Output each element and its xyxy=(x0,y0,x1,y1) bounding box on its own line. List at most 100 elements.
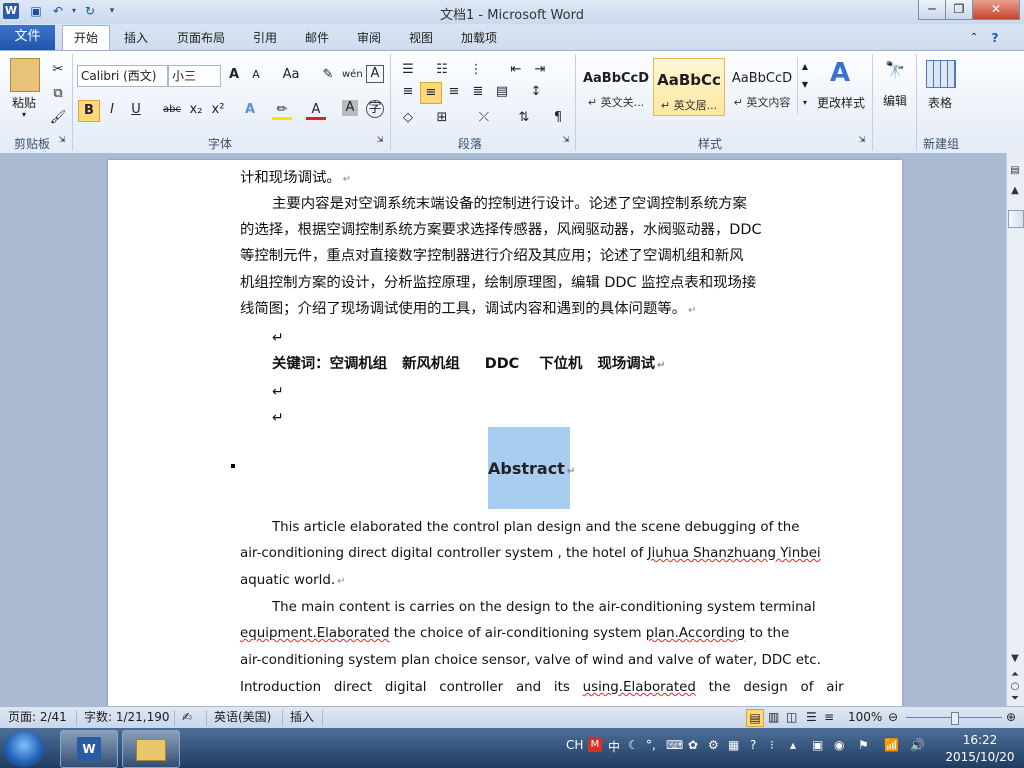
font-launcher-icon[interactable]: ⇲ xyxy=(374,134,386,146)
show-hidden-icons[interactable]: ▴ xyxy=(790,738,796,752)
tab-view[interactable]: 视图 xyxy=(402,26,440,50)
print-layout-icon[interactable]: ▤ xyxy=(746,709,764,727)
ime-logo-icon[interactable]: M xyxy=(588,738,602,752)
tab-home[interactable]: 开始 xyxy=(62,25,110,50)
tab-insert[interactable]: 插入 xyxy=(116,26,156,50)
table-button[interactable]: 表格 xyxy=(920,94,960,111)
phonetic-guide-icon[interactable]: ✎ xyxy=(318,65,338,85)
taskbar-explorer-button[interactable] xyxy=(122,730,180,768)
status-insert-mode[interactable]: 插入 xyxy=(290,707,314,728)
bullets-icon[interactable]: ☰ xyxy=(398,60,418,80)
network-icon[interactable]: 📶 xyxy=(884,738,899,752)
chinese-layout-icon[interactable]: ⤫ xyxy=(474,108,494,128)
style-tile-2[interactable]: AaBbCc ↵ 英文居... xyxy=(653,58,725,116)
next-page-icon[interactable]: ⏷ xyxy=(1008,692,1022,706)
tray-app-icon[interactable]: ◉ xyxy=(834,738,844,752)
align-center-icon[interactable]: ≡ xyxy=(420,82,442,104)
status-words[interactable]: 字数: 1/21,190 xyxy=(84,707,170,728)
distributed-icon[interactable]: ▤ xyxy=(492,82,512,102)
sort-icon[interactable]: ⇅ xyxy=(514,108,534,128)
zoom-out-icon[interactable]: ⊖ xyxy=(888,707,898,728)
copy-icon[interactable]: ⧉ xyxy=(48,84,68,104)
tab-mailings[interactable]: 邮件 xyxy=(298,26,336,50)
tab-page-layout[interactable]: 页面布局 xyxy=(170,26,232,50)
proofing-icon[interactable]: ✍ xyxy=(182,707,192,728)
character-shading-icon[interactable]: A xyxy=(342,100,358,116)
align-right-icon[interactable]: ≡ xyxy=(444,82,464,102)
ime-help-icon[interactable]: ? xyxy=(750,738,756,752)
paste-button[interactable]: 粘贴 xyxy=(8,94,40,111)
minimize-ribbon-icon[interactable]: ⌃ xyxy=(964,26,984,50)
change-styles-button[interactable]: 更改样式 xyxy=(812,94,870,111)
styles-scroll-icon[interactable]: ▲ ▼ ▾ xyxy=(797,58,812,114)
clock-date[interactable]: 2015/10/20 xyxy=(940,750,1020,764)
show-marks-icon[interactable]: ¶ xyxy=(548,108,568,128)
tools-icon[interactable]: ⚙ xyxy=(708,738,719,752)
volume-icon[interactable]: 🔊 xyxy=(910,738,925,752)
status-language[interactable]: 英语(美国) xyxy=(214,707,271,728)
editing-button[interactable]: 编辑 xyxy=(876,92,914,109)
highlight-icon[interactable]: ✏ xyxy=(272,100,292,120)
justify-icon[interactable]: ≣ xyxy=(468,82,488,102)
table-icon[interactable] xyxy=(926,60,956,88)
tab-references[interactable]: 引用 xyxy=(246,26,284,50)
borders-icon[interactable]: ⊞ xyxy=(432,108,452,128)
paste-icon[interactable] xyxy=(10,58,40,92)
enclose-character-icon[interactable]: 字 xyxy=(366,100,384,118)
shading-icon[interactable]: ◇ xyxy=(398,108,418,128)
zoom-slider-thumb[interactable] xyxy=(951,712,959,725)
shrink-font-icon[interactable]: A xyxy=(246,65,266,85)
italic-button[interactable]: I xyxy=(102,100,122,120)
change-styles-icon[interactable]: A xyxy=(826,58,854,88)
scroll-up-icon[interactable]: ▲ xyxy=(1008,184,1022,198)
start-button[interactable] xyxy=(4,731,44,767)
text-effects-icon[interactable]: A xyxy=(240,100,260,120)
find-icon[interactable]: 🔭 xyxy=(884,60,906,82)
strikethrough-button[interactable]: abc xyxy=(160,100,184,120)
action-center-icon[interactable]: ⚑ xyxy=(858,738,869,752)
status-page[interactable]: 页面: 2/41 xyxy=(8,707,67,728)
taskbar-word-button[interactable]: W xyxy=(60,730,118,768)
network-drive-icon[interactable]: ▣ xyxy=(812,738,823,752)
ruler-toggle-icon[interactable]: ▤ xyxy=(1008,164,1022,178)
bold-button[interactable]: B xyxy=(78,100,100,122)
ime-mode[interactable]: 中 xyxy=(608,738,620,755)
help-icon[interactable]: ? xyxy=(986,26,1004,50)
styles-launcher-icon[interactable]: ⇲ xyxy=(856,134,868,146)
zoom-level[interactable]: 100% xyxy=(848,707,882,728)
keyboard-icon[interactable]: ⌨ xyxy=(666,738,683,752)
cut-icon[interactable]: ✂ xyxy=(48,60,68,80)
clock-time[interactable]: 16:22 xyxy=(950,733,1010,747)
grow-font-icon[interactable]: A xyxy=(224,65,244,85)
ime-language[interactable]: CH xyxy=(566,738,583,752)
underline-button[interactable]: U xyxy=(126,100,146,120)
ime-settings-icon[interactable]: ▦ xyxy=(728,738,739,752)
full-screen-reading-icon[interactable]: ▥ xyxy=(768,707,779,728)
increase-indent-icon[interactable]: ⇥ xyxy=(530,60,550,80)
style-tile-1[interactable]: AaBbCcD ↵ 英文关... xyxy=(580,58,652,116)
line-spacing-icon[interactable]: ↕ xyxy=(526,82,546,102)
close-button[interactable]: ✕ xyxy=(972,0,1020,20)
font-color-icon[interactable]: A xyxy=(306,100,326,120)
clear-format-icon[interactable]: wén xyxy=(342,65,363,85)
paragraph-launcher-icon[interactable]: ⇲ xyxy=(560,134,572,146)
decrease-indent-icon[interactable]: ⇤ xyxy=(506,60,526,80)
numbering-icon[interactable]: ☷ xyxy=(432,60,452,80)
subscript-button[interactable]: x₂ xyxy=(186,100,206,120)
outline-view-icon[interactable]: ☰ xyxy=(806,707,817,728)
align-left-icon[interactable]: ≡ xyxy=(398,82,418,102)
character-border-icon[interactable]: A xyxy=(366,65,384,83)
font-size-box[interactable]: 小三 xyxy=(168,65,221,87)
moon-icon[interactable]: ☾ xyxy=(628,738,639,752)
superscript-button[interactable]: x² xyxy=(208,100,228,120)
multilevel-list-icon[interactable]: ⋮ xyxy=(466,60,486,80)
zoom-in-icon[interactable]: ⊕ xyxy=(1006,707,1016,728)
tab-review[interactable]: 审阅 xyxy=(350,26,388,50)
paste-dropdown-icon[interactable]: ▾ xyxy=(14,110,34,119)
vertical-scrollbar[interactable] xyxy=(1006,153,1024,706)
scroll-thumb[interactable] xyxy=(1008,210,1024,228)
ime-menu-icon[interactable]: ⁝ xyxy=(770,738,774,752)
draft-view-icon[interactable]: ≡ xyxy=(824,707,834,728)
minimize-button[interactable]: ─ xyxy=(918,0,946,20)
web-layout-icon[interactable]: ◫ xyxy=(786,707,797,728)
